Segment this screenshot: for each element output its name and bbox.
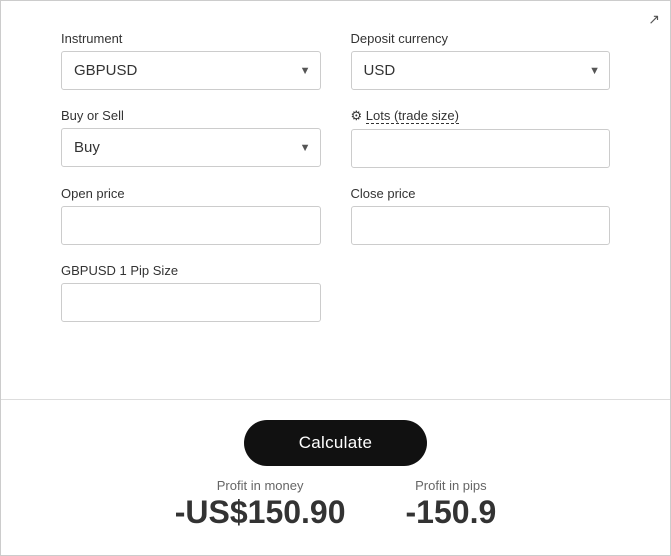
lots-group: ⚙ Lots (trade size) 0.1 [351, 108, 611, 168]
results-row: Profit in money -US$150.90 Profit in pip… [175, 478, 497, 530]
row-buy-lots: Buy or Sell Buy Sell ⚙ Lots (trade size)… [61, 108, 610, 168]
buy-sell-select[interactable]: Buy Sell [61, 128, 321, 167]
close-price-group: Close price 1.24652 [351, 186, 611, 245]
instrument-label: Instrument [61, 31, 321, 46]
instrument-group: Instrument GBPUSD EURUSD USDJPY AUDUSD [61, 31, 321, 90]
external-link-icon[interactable]: ↗ [648, 11, 660, 28]
open-price-label: Open price [61, 186, 321, 201]
profit-pips-value: -150.9 [406, 495, 497, 530]
buy-sell-group: Buy or Sell Buy Sell [61, 108, 321, 168]
profit-money-item: Profit in money -US$150.90 [175, 478, 346, 530]
instrument-select-wrapper: GBPUSD EURUSD USDJPY AUDUSD [61, 51, 321, 90]
pip-size-input[interactable]: 0.0001 [61, 283, 321, 322]
deposit-currency-label: Deposit currency [351, 31, 611, 46]
row-instrument-deposit: Instrument GBPUSD EURUSD USDJPY AUDUSD D… [61, 31, 610, 90]
close-price-input[interactable]: 1.24652 [351, 206, 611, 245]
form-section: Instrument GBPUSD EURUSD USDJPY AUDUSD D… [1, 1, 670, 399]
buy-sell-label: Buy or Sell [61, 108, 321, 123]
pip-size-spacer [351, 263, 611, 322]
deposit-currency-select-wrapper: USD EUR GBP [351, 51, 611, 90]
pip-size-group: GBPUSD 1 Pip Size 0.0001 [61, 263, 321, 322]
row-prices: Open price 1.26161 Close price 1.24652 [61, 186, 610, 245]
profit-money-label: Profit in money [217, 478, 304, 493]
open-price-input[interactable]: 1.26161 [61, 206, 321, 245]
profit-pips-label: Profit in pips [415, 478, 487, 493]
close-price-label: Close price [351, 186, 611, 201]
row-pip-size: GBPUSD 1 Pip Size 0.0001 [61, 263, 610, 322]
calculate-button[interactable]: Calculate [244, 420, 428, 466]
profit-pips-item: Profit in pips -150.9 [406, 478, 497, 530]
result-section: Calculate Profit in money -US$150.90 Pro… [1, 400, 670, 555]
calculator-container: ↗ Instrument GBPUSD EURUSD USDJPY AUDUSD… [0, 0, 671, 556]
gear-icon: ⚙ [351, 108, 363, 123]
open-price-group: Open price 1.26161 [61, 186, 321, 245]
lots-label: ⚙ Lots (trade size) [351, 108, 611, 124]
lots-input[interactable]: 0.1 [351, 129, 611, 168]
deposit-currency-select[interactable]: USD EUR GBP [351, 51, 611, 90]
pip-size-label: GBPUSD 1 Pip Size [61, 263, 321, 278]
deposit-currency-group: Deposit currency USD EUR GBP [351, 31, 611, 90]
buy-sell-select-wrapper: Buy Sell [61, 128, 321, 167]
profit-money-value: -US$150.90 [175, 495, 346, 530]
instrument-select[interactable]: GBPUSD EURUSD USDJPY AUDUSD [61, 51, 321, 90]
